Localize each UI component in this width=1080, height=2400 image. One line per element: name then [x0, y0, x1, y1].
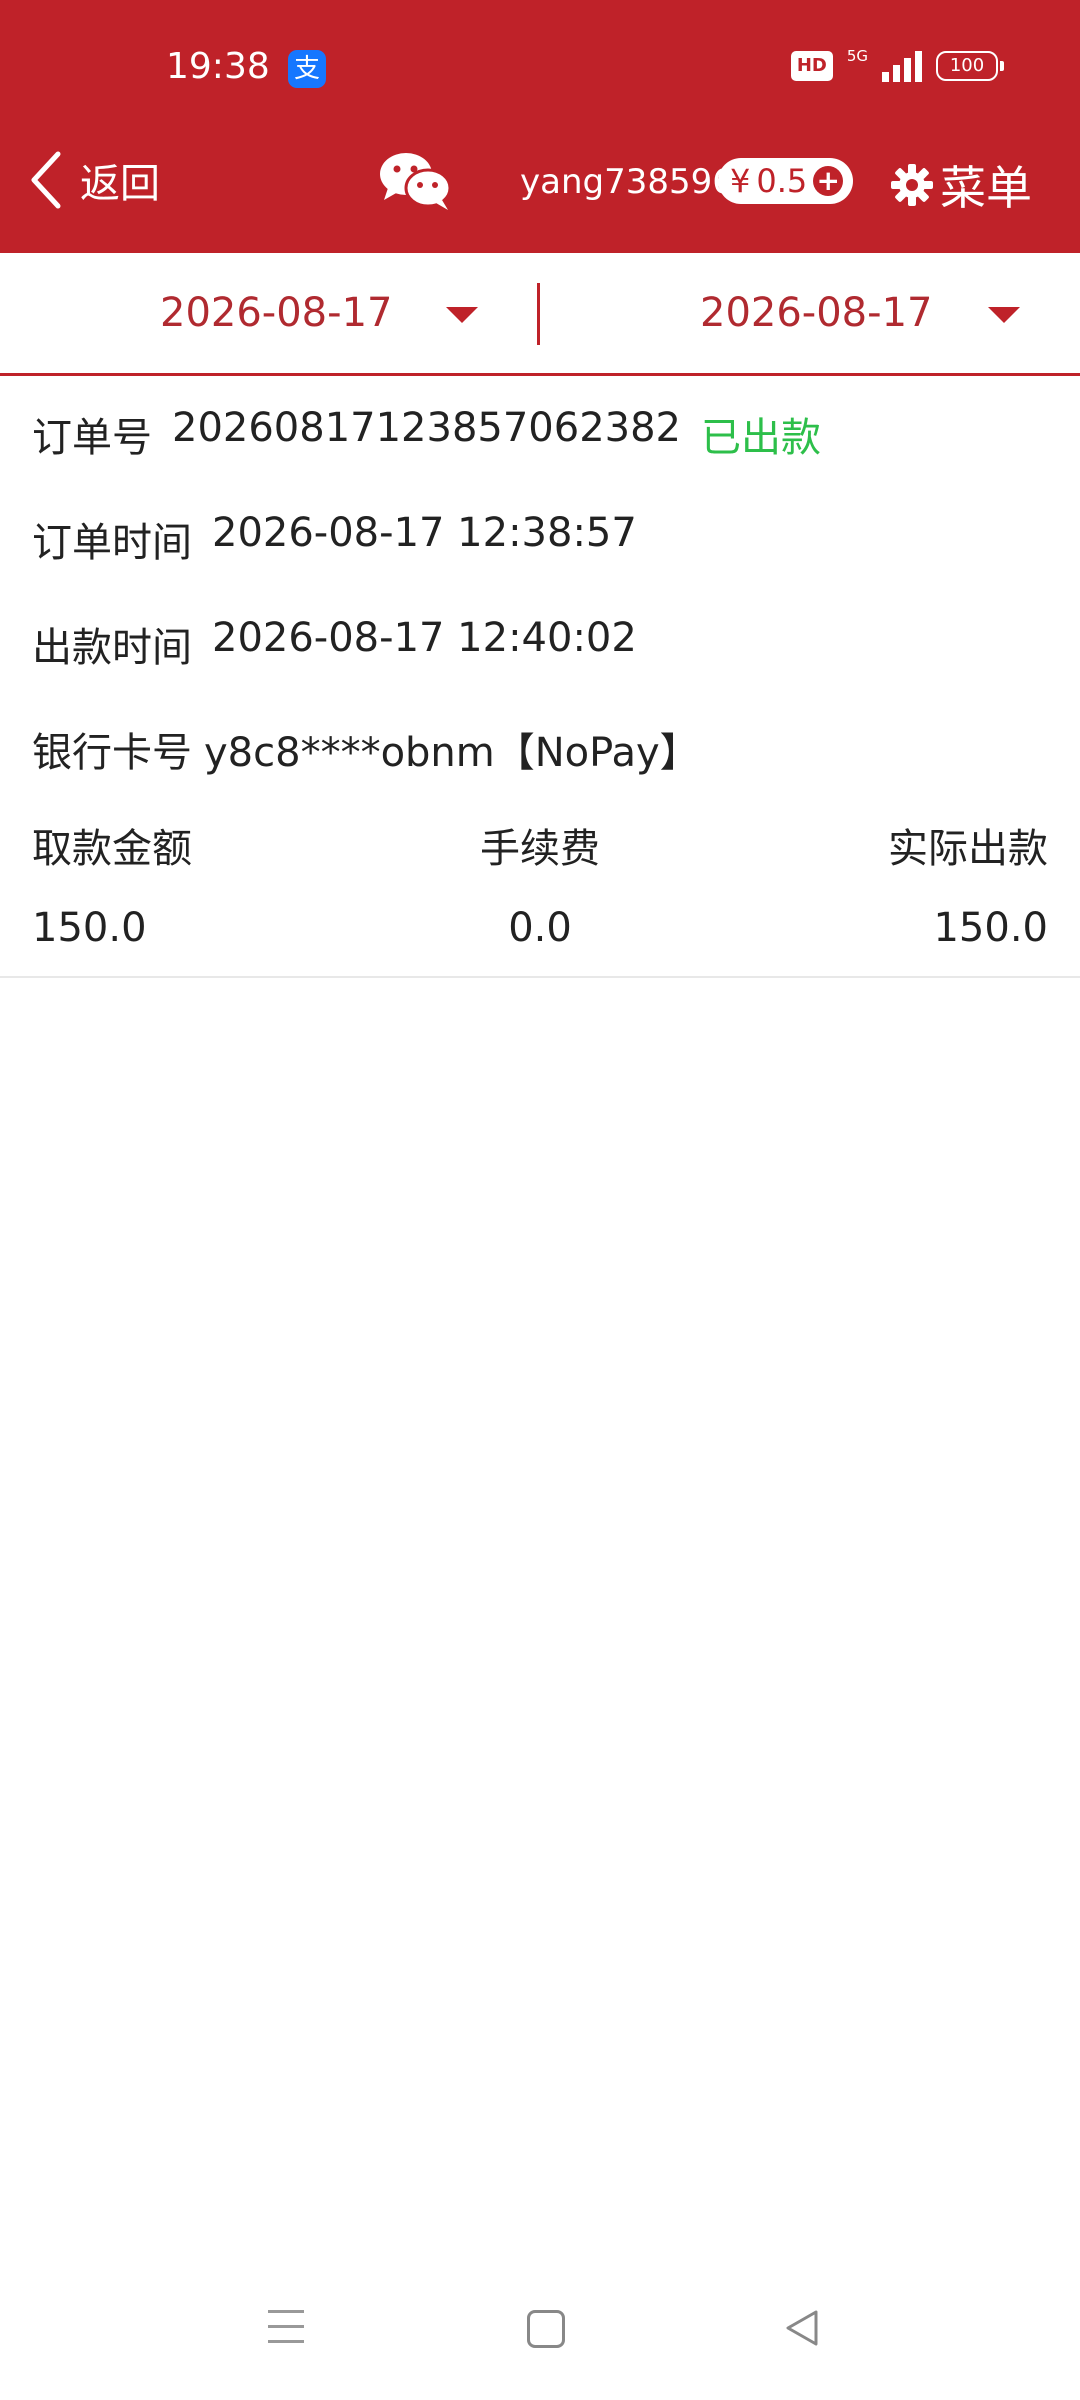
chevron-down-icon[interactable]: [446, 307, 478, 323]
bank-card-row: 银行卡号 y8c8****obnm【NoPay】: [32, 720, 700, 778]
payout-time-label: 出款时间: [32, 625, 192, 671]
hd-icon: HD: [790, 51, 833, 81]
menu-button[interactable]: 菜单: [890, 152, 1032, 218]
end-date: 2026-08-17: [700, 290, 933, 336]
start-date: 2026-08-17: [160, 290, 393, 336]
order-time-label: 订单时间: [32, 520, 192, 566]
back-triangle-icon[interactable]: [782, 2308, 822, 2348]
app-header: 19:38 支 HD 5G 100 返回 yang738596 ¥ 0.5 +: [0, 0, 1080, 253]
bank-card: y8c8****obnm【NoPay】: [204, 730, 700, 776]
start-date-picker[interactable]: 2026-08-17: [160, 253, 392, 373]
balance-value: 0.5: [756, 162, 808, 200]
currency-symbol: ¥: [730, 162, 751, 200]
status-indicators: HD 5G 100: [790, 47, 1004, 82]
alipay-icon: 支: [288, 50, 326, 88]
date-divider: [537, 283, 540, 345]
network-type: 5G: [846, 47, 868, 65]
gear-icon: [891, 164, 933, 206]
chevron-down-icon[interactable]: [988, 307, 1020, 323]
order-time-row: 订单时间 2026-08-17 12:38:57: [32, 510, 637, 568]
home-button[interactable]: [527, 2310, 565, 2348]
payout-time-row: 出款时间 2026-08-17 12:40:02: [32, 615, 637, 673]
signal-icon: [882, 50, 922, 82]
add-balance-icon[interactable]: +: [813, 166, 844, 196]
order-number-row: 订单号 20260817123857062382 已出款: [32, 405, 821, 463]
system-nav-bar: [0, 2290, 1080, 2380]
status-badge: 已出款: [700, 415, 821, 461]
date-filter-bar: 2026-08-17 2026-08-17: [0, 253, 1080, 376]
battery-icon: 100: [936, 51, 1004, 81]
status-time: 19:38: [166, 46, 270, 87]
fee-amount: 0.0: [508, 905, 572, 951]
back-button[interactable]: 返回: [26, 150, 160, 210]
recent-apps-button[interactable]: [268, 2310, 304, 2344]
order-time: 2026-08-17 12:38:57: [212, 510, 637, 556]
balance-badge[interactable]: ¥ 0.5 +: [718, 158, 854, 204]
actual-payout-header: 实际出款: [888, 826, 1048, 872]
amount-header-row: 取款金额 手续费 实际出款: [0, 816, 1080, 872]
order-number: 20260817123857062382: [172, 405, 681, 451]
bank-card-label: 银行卡号: [32, 730, 192, 776]
chevron-left-icon: [31, 151, 61, 209]
actual-payout: 150.0: [933, 905, 1048, 951]
order-number-label: 订单号: [32, 415, 152, 461]
divider: [0, 976, 1080, 978]
end-date-picker[interactable]: 2026-08-17: [700, 253, 932, 373]
menu-label: 菜单: [940, 161, 1032, 215]
amount-value-row: 150.0 0.0 150.0: [0, 905, 1080, 955]
payout-time: 2026-08-17 12:40:02: [212, 615, 637, 661]
username: yang738596: [520, 162, 734, 202]
back-label: 返回: [80, 161, 160, 207]
wechat-icon[interactable]: [378, 148, 454, 212]
